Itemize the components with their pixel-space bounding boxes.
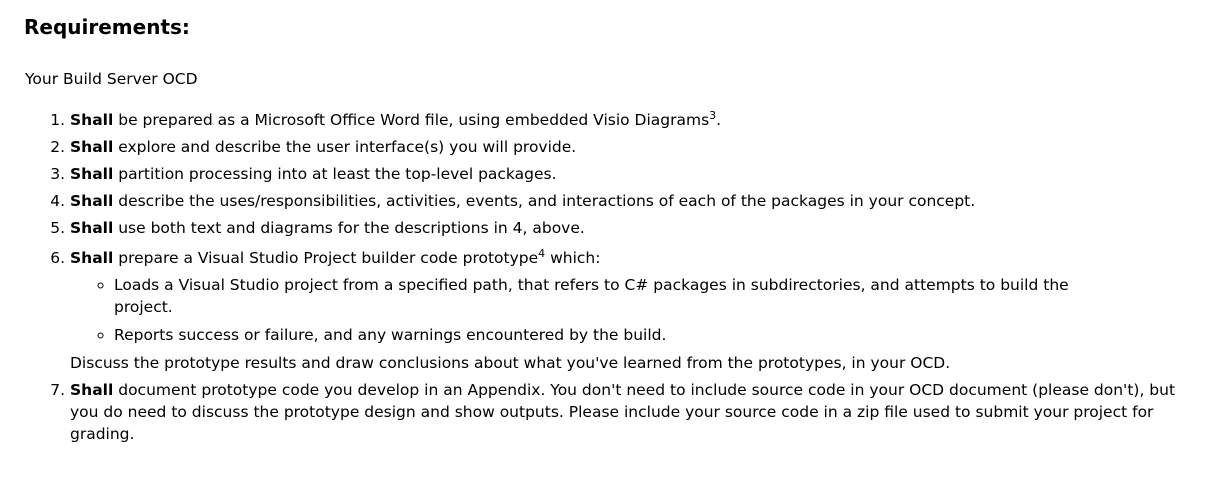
shall-keyword: Shall <box>70 111 114 129</box>
shall-keyword: Shall <box>70 381 114 399</box>
requirement-text: be prepared as a Microsoft Office Word f… <box>113 111 710 129</box>
shall-keyword: Shall <box>70 219 114 237</box>
sub-list-item: Reports success or failure, and any warn… <box>114 324 1114 346</box>
sub-list-item: Loads a Visual Studio project from a spe… <box>114 274 1114 318</box>
requirement-text: explore and describe the user interface(… <box>113 138 577 156</box>
item-6-note: Discuss the prototype results and draw c… <box>70 354 951 372</box>
prototype-sub-list: Loads a Visual Studio project from a spe… <box>70 274 1114 346</box>
shall-keyword: Shall <box>70 192 114 210</box>
requirement-text: describe the uses/responsibilities, acti… <box>113 192 976 210</box>
requirement-item-5: Shall use both text and diagrams for the… <box>70 217 1180 239</box>
requirement-tail: . <box>716 111 722 129</box>
requirement-item-6: Shall prepare a Visual Studio Project bu… <box>70 247 1180 374</box>
shall-keyword: Shall <box>70 249 114 267</box>
requirement-item-1: Shall be prepared as a Microsoft Office … <box>70 109 1180 131</box>
requirement-text: partition processing into at least the t… <box>113 165 557 183</box>
requirement-item-4: Shall describe the uses/responsibilities… <box>70 190 1180 212</box>
requirement-text: use both text and diagrams for the descr… <box>113 219 585 237</box>
requirement-text: document prototype code you develop in a… <box>70 381 1176 443</box>
shall-keyword: Shall <box>70 138 114 156</box>
shall-keyword: Shall <box>70 165 114 183</box>
requirement-tail: which: <box>545 249 601 267</box>
requirement-text: prepare a Visual Studio Project builder … <box>113 249 539 267</box>
requirement-item-3: Shall partition processing into at least… <box>70 163 1180 185</box>
requirement-item-7: Shall document prototype code you develo… <box>70 379 1180 445</box>
requirements-document: Requirements: Your Build Server OCD Shal… <box>0 0 1212 483</box>
intro-text: Your Build Server OCD <box>25 70 198 88</box>
requirements-list: Shall be prepared as a Microsoft Office … <box>24 109 1180 445</box>
requirements-heading: Requirements: <box>24 15 190 39</box>
requirement-item-2: Shall explore and describe the user inte… <box>70 136 1180 158</box>
